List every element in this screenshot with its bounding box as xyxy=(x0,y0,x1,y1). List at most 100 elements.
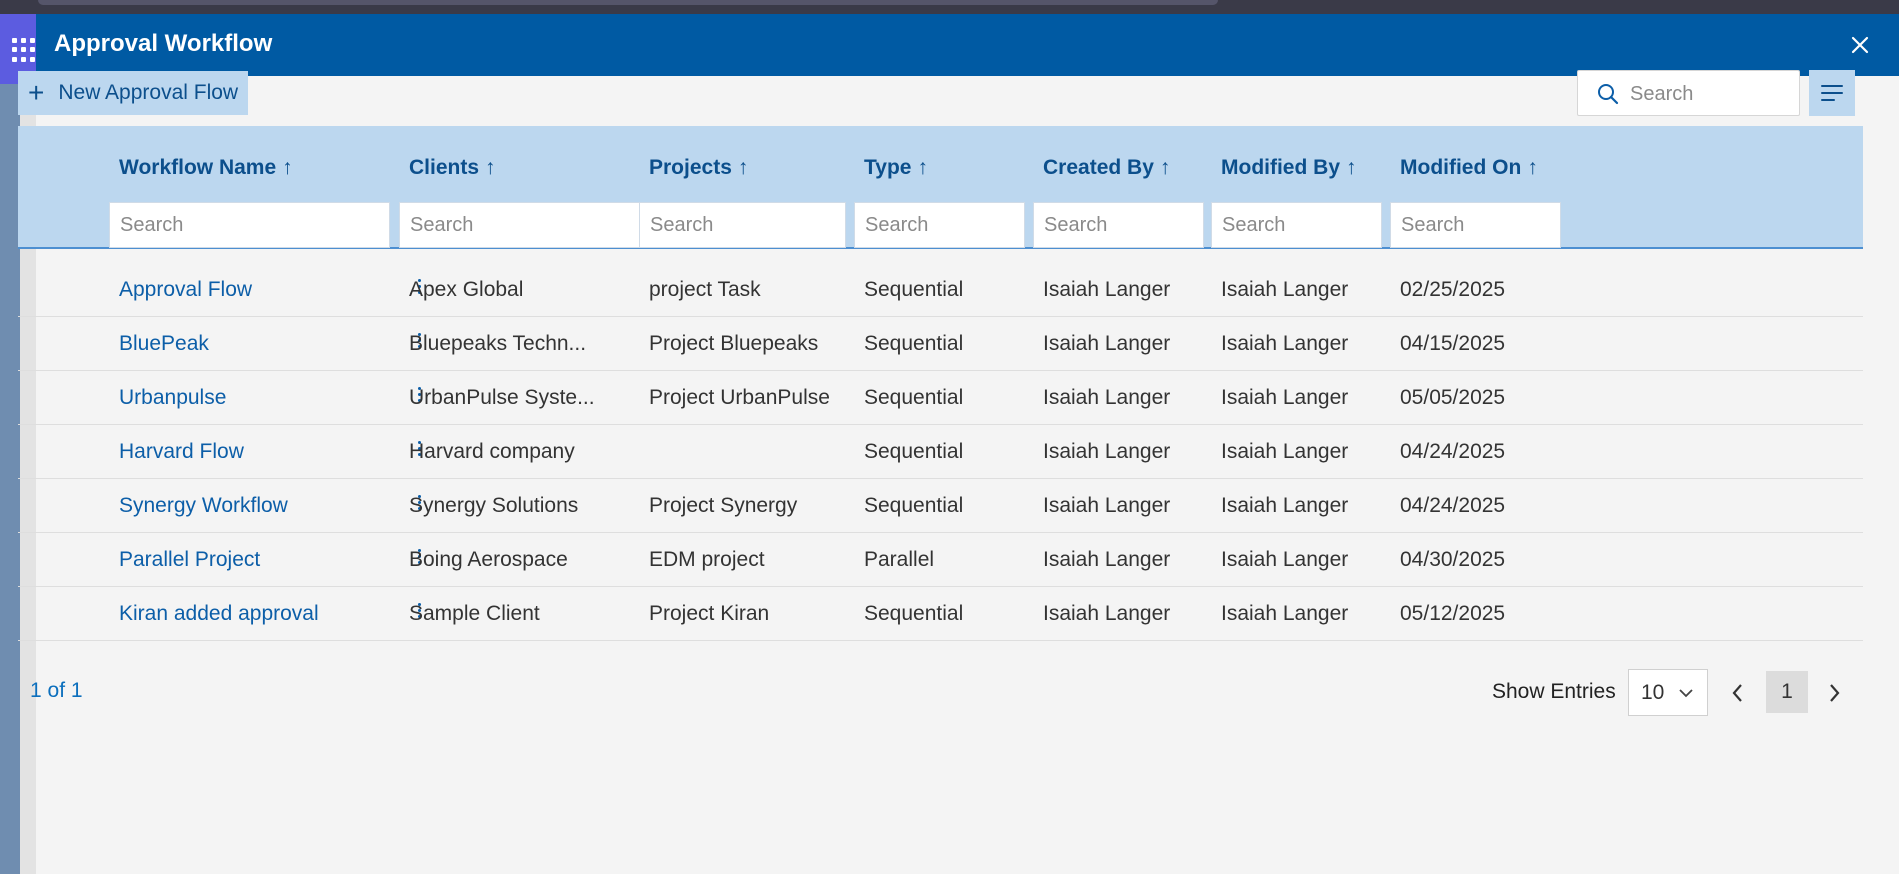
created-by-cell: Isaiah Langer xyxy=(1043,440,1171,463)
type-cell: Parallel xyxy=(864,548,935,571)
modified-on-cell: 04/15/2025 xyxy=(1400,332,1506,355)
project-cell: project Task xyxy=(649,278,761,301)
modified-by-cell: Isaiah Langer xyxy=(1221,548,1349,571)
client-cell: Apex Global xyxy=(409,278,524,301)
client-cell: Harvard company xyxy=(409,440,575,463)
sort-created-by[interactable]: Created By ↑ xyxy=(1043,156,1170,180)
modified-on-cell: 04/24/2025 xyxy=(1400,494,1506,517)
client-cell: Boing Aerospace xyxy=(409,548,568,571)
sort-arrow-icon: ↑ xyxy=(1527,156,1538,179)
filter-workflow-name[interactable] xyxy=(109,202,390,248)
project-cell: Project Synergy xyxy=(649,494,798,517)
new-approval-flow-label: New Approval Flow xyxy=(58,81,239,104)
project-cell: EDM project xyxy=(649,548,765,571)
previous-page-button[interactable] xyxy=(1726,680,1750,706)
modified-by-cell: Isaiah Langer xyxy=(1221,278,1349,301)
column-label: Projects xyxy=(649,156,732,179)
global-search[interactable] xyxy=(1577,70,1800,116)
type-cell: Sequential xyxy=(864,278,964,301)
chevron-right-icon xyxy=(1830,684,1840,702)
column-label: Modified On xyxy=(1400,156,1522,179)
show-entries-label: Show Entries xyxy=(1492,680,1616,703)
project-cell: Project Bluepeaks xyxy=(649,332,819,355)
background-sidebar xyxy=(0,84,20,874)
modified-on-cell: 04/30/2025 xyxy=(1400,548,1506,571)
modified-on-cell: 04/24/2025 xyxy=(1400,440,1506,463)
modified-on-cell: 05/05/2025 xyxy=(1400,386,1506,409)
sort-workflow-name[interactable]: Workflow Name ↑ xyxy=(119,156,293,180)
created-by-cell: Isaiah Langer xyxy=(1043,332,1171,355)
type-cell: Sequential xyxy=(864,386,964,409)
sort-type[interactable]: Type ↑ xyxy=(864,156,928,180)
workflow-name-link[interactable]: Kiran added approval xyxy=(119,602,319,626)
client-cell: Bluepeaks Techn... xyxy=(409,332,587,355)
modified-by-cell: Isaiah Langer xyxy=(1221,440,1349,463)
sort-projects[interactable]: Projects ↑ xyxy=(649,156,748,180)
modified-on-cell: 02/25/2025 xyxy=(1400,278,1506,301)
sort-arrow-icon: ↑ xyxy=(737,156,749,179)
next-page-button[interactable] xyxy=(1822,680,1846,706)
dialog-title: Approval Workflow xyxy=(54,30,273,57)
page-1-button[interactable]: 1 xyxy=(1766,671,1808,713)
search-icon xyxy=(1598,84,1619,105)
sort-arrow-icon: ↑ xyxy=(485,156,496,179)
type-cell: Sequential xyxy=(864,602,964,625)
table-row[interactable]: Kiran added approval Sample Client Proje… xyxy=(18,587,1863,641)
filter-clients[interactable] xyxy=(399,202,680,248)
entries-per-page-select[interactable]: 10 xyxy=(1628,669,1708,716)
new-approval-flow-button[interactable]: + New Approval Flow xyxy=(18,71,248,115)
table-row[interactable]: Parallel Project Boing Aerospace EDM pro… xyxy=(18,533,1863,587)
entries-value: 10 xyxy=(1641,681,1665,704)
filter-created-by[interactable] xyxy=(1033,202,1204,248)
sort-arrow-icon: ↑ xyxy=(282,156,293,179)
column-label: Type xyxy=(864,156,912,179)
close-button[interactable] xyxy=(1845,30,1875,60)
chevron-down-icon xyxy=(1679,689,1693,698)
sort-modified-on[interactable]: Modified On ↑ xyxy=(1400,156,1538,180)
project-cell: Project UrbanPulse xyxy=(649,386,830,409)
close-icon xyxy=(1851,36,1869,54)
filter-type[interactable] xyxy=(854,202,1025,248)
workflow-name-link[interactable]: Synergy Workflow xyxy=(119,494,288,518)
client-cell: Sample Client xyxy=(409,602,540,625)
workflow-name-link[interactable]: BluePeak xyxy=(119,332,209,356)
workflow-name-link[interactable]: Harvard Flow xyxy=(119,440,244,464)
type-cell: Sequential xyxy=(864,494,964,517)
client-cell: UrbanPulse Syste... xyxy=(409,386,595,409)
sort-modified-by[interactable]: Modified By ↑ xyxy=(1221,156,1357,180)
filter-modified-on[interactable] xyxy=(1390,202,1561,248)
table-row[interactable]: BluePeak Bluepeaks Techn... Project Blue… xyxy=(18,317,1863,371)
filter-projects[interactable] xyxy=(639,202,846,248)
column-options-icon xyxy=(1821,85,1843,101)
modified-by-cell: Isaiah Langer xyxy=(1221,332,1349,355)
table-row[interactable]: Synergy Workflow Synergy Solutions Proje… xyxy=(18,479,1863,533)
created-by-cell: Isaiah Langer xyxy=(1043,278,1171,301)
created-by-cell: Isaiah Langer xyxy=(1043,602,1171,625)
column-label: Workflow Name xyxy=(119,156,277,179)
workflow-name-link[interactable]: Urbanpulse xyxy=(119,386,226,410)
created-by-cell: Isaiah Langer xyxy=(1043,386,1171,409)
project-cell: Project Kiran xyxy=(649,602,770,625)
sort-clients[interactable]: Clients ↑ xyxy=(409,156,496,180)
type-cell: Sequential xyxy=(864,332,964,355)
table-row[interactable]: Approval Flow Apex Global project Task S… xyxy=(18,263,1863,317)
waffle-icon xyxy=(12,38,36,62)
workflow-name-link[interactable]: Approval Flow xyxy=(119,278,252,302)
page-info: 1 of 1 xyxy=(30,679,83,702)
global-search-input[interactable] xyxy=(1628,79,1792,109)
plus-icon: + xyxy=(28,77,45,108)
dialog-header: Approval Workflow xyxy=(36,14,1899,76)
modified-on-cell: 05/12/2025 xyxy=(1400,602,1506,625)
workflow-name-link[interactable]: Parallel Project xyxy=(119,548,260,572)
filter-modified-by[interactable] xyxy=(1211,202,1382,248)
sort-arrow-icon: ↑ xyxy=(917,156,928,179)
client-cell: Synergy Solutions xyxy=(409,494,579,517)
sort-arrow-icon: ↑ xyxy=(1159,156,1171,179)
chevron-left-icon xyxy=(1732,684,1742,702)
column-label: Created By xyxy=(1043,156,1154,179)
table-row[interactable]: Harvard Flow Harvard company Sequential … xyxy=(18,425,1863,479)
sort-arrow-icon: ↑ xyxy=(1346,156,1357,179)
column-label: Modified By xyxy=(1221,156,1340,179)
column-options-button[interactable] xyxy=(1809,70,1855,116)
table-row[interactable]: Urbanpulse UrbanPulse Syste... Project U… xyxy=(18,371,1863,425)
